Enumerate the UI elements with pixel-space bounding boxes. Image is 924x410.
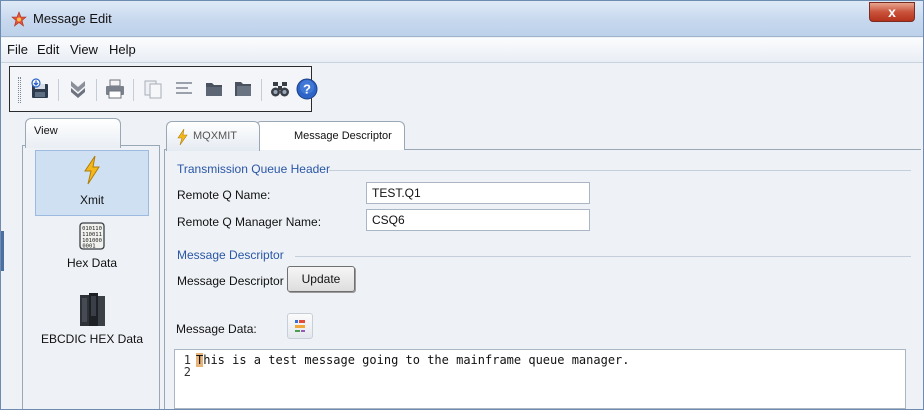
tab-view-label: View [34, 125, 58, 137]
line-number: 2 [183, 365, 191, 379]
svg-text:0001: 0001 [82, 244, 95, 250]
message-descriptor-label: Message Descriptor [177, 274, 284, 288]
save-folder-button[interactable] [229, 75, 257, 103]
find-button[interactable] [266, 75, 294, 103]
view-navigator: Xmit 010110 110011 101000 0001 Hex Data [22, 118, 160, 409]
remote-q-manager-name-label: Remote Q Manager Name: [177, 215, 322, 229]
message-data-label: Message Data: [176, 322, 257, 336]
remote-q-name-label: Remote Q Name: [177, 188, 271, 202]
close-icon: x [888, 4, 896, 20]
nav-item-xmit[interactable]: Xmit [35, 150, 149, 216]
tab-mqxmit[interactable]: MQXMIT [166, 121, 260, 151]
editor-text[interactable]: This is a test message going to the main… [196, 353, 630, 367]
navigator-list: Xmit 010110 110011 101000 0001 Hex Data [22, 145, 160, 409]
nav-item-ebcdic-hex-data[interactable]: EBCDIC HEX Data [35, 290, 149, 360]
copy-pages-icon [144, 80, 162, 99]
menu-bar: File Edit View Help [1, 38, 923, 63]
lightning-icon [177, 129, 188, 145]
tab-message-descriptor[interactable]: Message Descriptor [255, 121, 405, 151]
copy-button[interactable] [139, 75, 167, 103]
group-title-message-descriptor: Message Descriptor [177, 248, 284, 262]
remote-q-name-field[interactable]: TEST.Q1 [366, 182, 590, 204]
line-number-gutter: 1 2 [175, 350, 193, 408]
tab-view[interactable]: View [25, 118, 121, 148]
menu-edit[interactable]: Edit [37, 42, 59, 57]
data-format-icon [295, 320, 305, 332]
print-icon [106, 79, 124, 99]
tab-label: Message Descriptor [294, 130, 392, 142]
message-edit-window: Message Edit x File Edit View Help ? Xmi… [0, 0, 924, 410]
menu-file[interactable]: File [7, 42, 28, 57]
format-button[interactable] [170, 75, 198, 103]
down-arrow-icon [71, 81, 85, 98]
toolbar-separator [58, 79, 59, 101]
align-lines-icon [176, 82, 192, 94]
group-title-transmission-queue-header: Transmission Queue Header [177, 162, 330, 176]
menu-view[interactable]: View [70, 42, 98, 57]
message-data-editor[interactable]: 1 2 This is a test message going to the … [174, 349, 906, 409]
save-button[interactable] [26, 75, 54, 103]
nav-item-hex-data[interactable]: 010110 110011 101000 0001 Hex Data [35, 220, 149, 286]
window-title: Message Edit [33, 11, 112, 26]
group-divider [329, 170, 911, 171]
binary-document-icon: 010110 110011 101000 0001 [79, 222, 105, 250]
remote-q-manager-name-field[interactable]: CSQ6 [366, 209, 590, 231]
toolbar: ? [9, 66, 318, 112]
message-data-format-button[interactable] [287, 313, 313, 339]
update-button[interactable]: Update [287, 266, 355, 292]
folder-dark-icon [206, 83, 222, 96]
toolbar-separator [96, 79, 97, 101]
tab-label: MQXMIT [193, 130, 237, 142]
tab-strip: Message Descriptor MQXMIT [164, 118, 921, 151]
toolbar-separator [133, 79, 134, 101]
group-divider [295, 256, 911, 257]
open-folder-button[interactable] [200, 75, 228, 103]
svg-text:?: ? [303, 82, 311, 97]
menu-help[interactable]: Help [109, 42, 136, 57]
save-down-icon [31, 78, 48, 98]
binoculars-icon [271, 82, 289, 97]
title-bar: Message Edit x [1, 1, 923, 37]
move-down-button[interactable] [64, 75, 92, 103]
close-button[interactable]: x [869, 2, 915, 22]
nav-item-label: Xmit [80, 193, 104, 207]
nav-item-label: Hex Data [66, 256, 118, 270]
print-button[interactable] [101, 75, 129, 103]
toolbar-separator [261, 79, 262, 101]
editor-panel: Message Descriptor MQXMIT Transmission Q… [161, 118, 923, 409]
help-icon: ? [296, 78, 318, 100]
toolbar-grip[interactable] [18, 77, 21, 103]
app-star-icon [11, 11, 27, 27]
nav-item-label: EBCDIC HEX Data [40, 332, 144, 346]
help-button[interactable]: ? [293, 75, 321, 103]
editor-line-1: his is a test message going to the mainf… [203, 353, 630, 367]
mainframe-icon [80, 293, 105, 326]
window-edge-accent [1, 231, 4, 271]
folder-dark-2-icon [235, 82, 251, 96]
lightning-icon [84, 155, 100, 185]
